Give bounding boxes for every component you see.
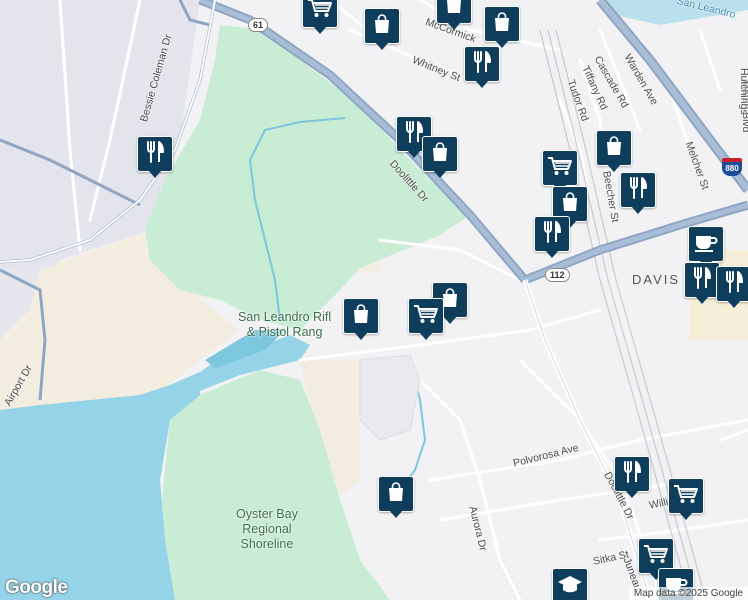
restaurant-icon [723,270,745,299]
google-logo: Google [5,577,68,598]
highway-shield-61: 61 [248,18,269,32]
poi-pin-shopping-bag[interactable] [596,130,632,174]
poi-pin-shopping-bag[interactable] [364,8,400,52]
restaurant-icon [691,266,713,295]
restaurant-icon [541,220,563,249]
shopping-bag-icon [491,11,513,38]
shopping-cart-icon [413,303,439,330]
poi-pin-shopping-bag[interactable] [343,298,379,342]
school-icon [557,573,583,600]
poi-pin-restaurant[interactable] [614,456,650,500]
poi-pin-shopping-cart[interactable] [302,0,338,36]
poi-pin-shopping-cart[interactable] [408,298,444,342]
poi-pin-restaurant[interactable] [716,266,748,310]
poi-pin-restaurant[interactable] [534,216,570,260]
poi-pin-school[interactable] [552,568,588,600]
poi-pin-shopping-cart[interactable] [668,478,704,522]
shopping-bag-icon [559,191,581,218]
poi-pin-shopping-bag[interactable] [378,476,414,520]
map-canvas[interactable]: San Leandro Rifl & Pistol Rang Oyster Ba… [0,0,748,600]
map-attribution[interactable]: Map data ©2025 Google [628,587,748,600]
poi-pin-shopping-bag[interactable] [422,136,458,180]
highway-shield-112: 112 [545,268,570,282]
poi-pin-restaurant[interactable] [684,262,720,306]
poi-pin-restaurant[interactable] [137,136,173,180]
shopping-cart-icon [673,483,699,510]
shopping-cart-icon [547,155,573,182]
restaurant-icon [621,460,643,489]
shopping-cart-icon [643,543,669,570]
shopping-bag-icon [443,0,465,20]
poi-pin-restaurant[interactable] [620,172,656,216]
restaurant-icon [144,140,166,169]
shopping-bag-icon [350,303,372,330]
restaurant-icon [627,176,649,205]
restaurant-icon [471,50,493,79]
poi-pin-shopping-bag[interactable] [436,0,472,32]
shopping-bag-icon [429,141,451,168]
interstate-shield-880: 880 [722,158,742,176]
poi-pin-shopping-bag[interactable] [484,6,520,50]
poi-pin-restaurant[interactable] [464,46,500,90]
cafe-icon [693,231,719,258]
shopping-bag-icon [603,135,625,162]
shopping-cart-icon [307,0,333,24]
shopping-bag-icon [385,481,407,508]
shopping-bag-icon [371,13,393,40]
